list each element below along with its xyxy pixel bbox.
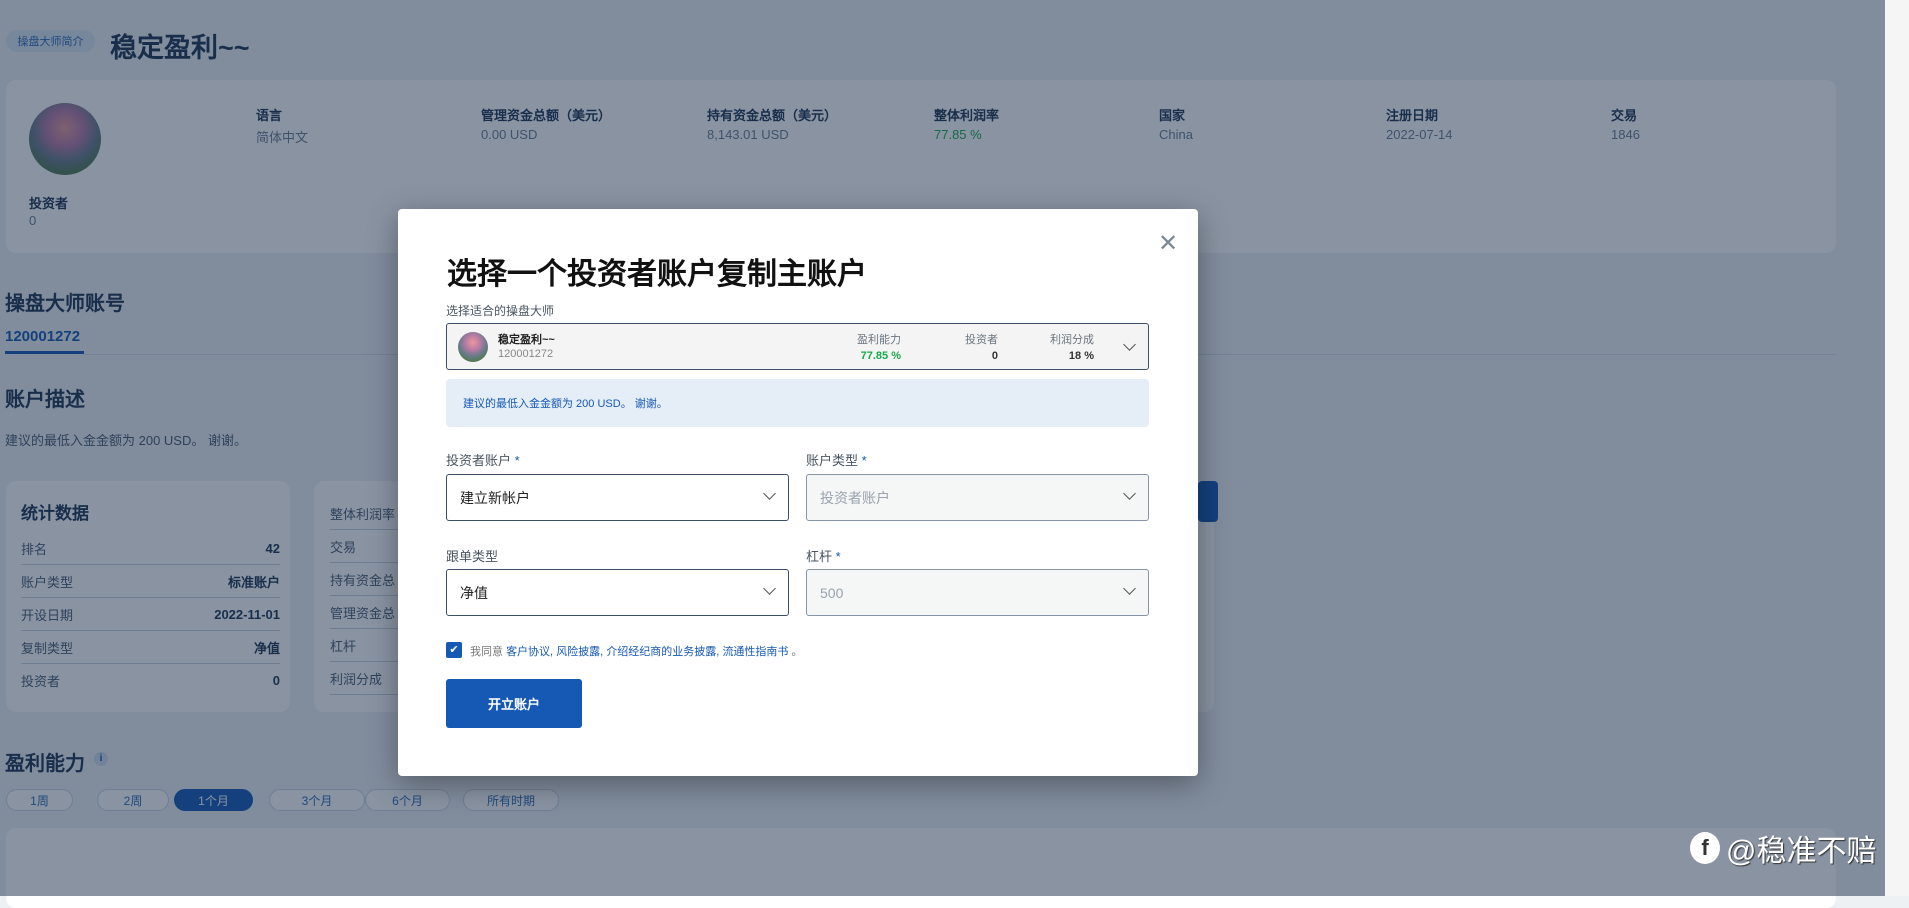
copy-type-value: 净值 [460, 584, 488, 601]
link-ib-disclosure[interactable]: 介绍经纪商的业务披露, [606, 646, 719, 658]
modal-title: 选择一个投资者账户复制主账户 [447, 258, 867, 291]
investor-account-select[interactable]: 建立新帐户 [446, 474, 789, 521]
link-liquidity-guide[interactable]: 流通性指南书 [722, 646, 788, 658]
info-banner: 建议的最低入金金额为 200 USD。 谢谢。 [446, 379, 1149, 427]
agree-text: 我同意 客户协议, 风险披露, 介绍经纪商的业务披露, 流通性指南书 。 [470, 643, 803, 659]
master-id: 120001272 [498, 348, 554, 360]
chevron-down-icon [763, 582, 776, 595]
chevron-down-icon [763, 487, 776, 500]
required-mark: * [861, 453, 867, 468]
investor-account-label: 投资者账户 [446, 453, 512, 468]
link-risk-disclosure[interactable]: 风险披露, [556, 646, 603, 658]
account-type-select[interactable]: 投资者账户 [806, 474, 1149, 521]
master-select[interactable]: 稳定盈利~~ 120001272 盈利能力 77.85 % 投资者 0 利润分成 18… [446, 323, 1149, 370]
account-type-value: 投资者账户 [820, 489, 890, 506]
agree-prefix: 我同意 [470, 646, 503, 658]
required-mark: * [835, 549, 841, 564]
share-label: 利润分成 [1050, 334, 1094, 346]
agree-suffix: 。 [791, 646, 803, 658]
leverage-label: 杠杆 [806, 549, 833, 564]
watermark-logo-icon: f [1690, 832, 1720, 864]
master-label: 选择适合的操盘大师 [446, 304, 555, 318]
leverage-select[interactable]: 500 [806, 569, 1149, 616]
chevron-down-icon [1123, 338, 1136, 351]
link-client-agreement[interactable]: 客户协议, [506, 646, 553, 658]
master-avatar [458, 332, 488, 362]
profit-label: 盈利能力 [857, 334, 901, 346]
profit-value: 77.85 % [860, 350, 901, 362]
account-type-label: 账户类型 [806, 453, 859, 468]
watermark: f @稳准不赔 [1690, 826, 1876, 870]
master-name: 稳定盈利~~ [498, 334, 555, 346]
open-account-button[interactable]: 开立账户 [446, 679, 582, 728]
copy-account-modal: ✕ 选择一个投资者账户复制主账户 选择适合的操盘大师 稳定盈利~~ 120001… [398, 209, 1198, 776]
copy-type-label: 跟单类型 [446, 549, 499, 564]
scrollbar-track[interactable] [1885, 0, 1909, 896]
copy-type-select[interactable]: 净值 [446, 569, 789, 616]
leverage-value: 500 [820, 584, 844, 601]
investors-label: 投资者 [965, 334, 998, 346]
investor-account-value: 建立新帐户 [460, 489, 530, 506]
chevron-down-icon [1123, 582, 1136, 595]
investors-value: 0 [991, 350, 998, 362]
close-icon[interactable]: ✕ [1158, 229, 1178, 258]
chevron-down-icon [1123, 487, 1136, 500]
agree-checkbox[interactable]: ✔ [446, 642, 462, 658]
required-mark: * [514, 453, 520, 468]
watermark-text: @稳准不赔 [1726, 835, 1877, 868]
share-value: 18 % [1068, 350, 1094, 362]
